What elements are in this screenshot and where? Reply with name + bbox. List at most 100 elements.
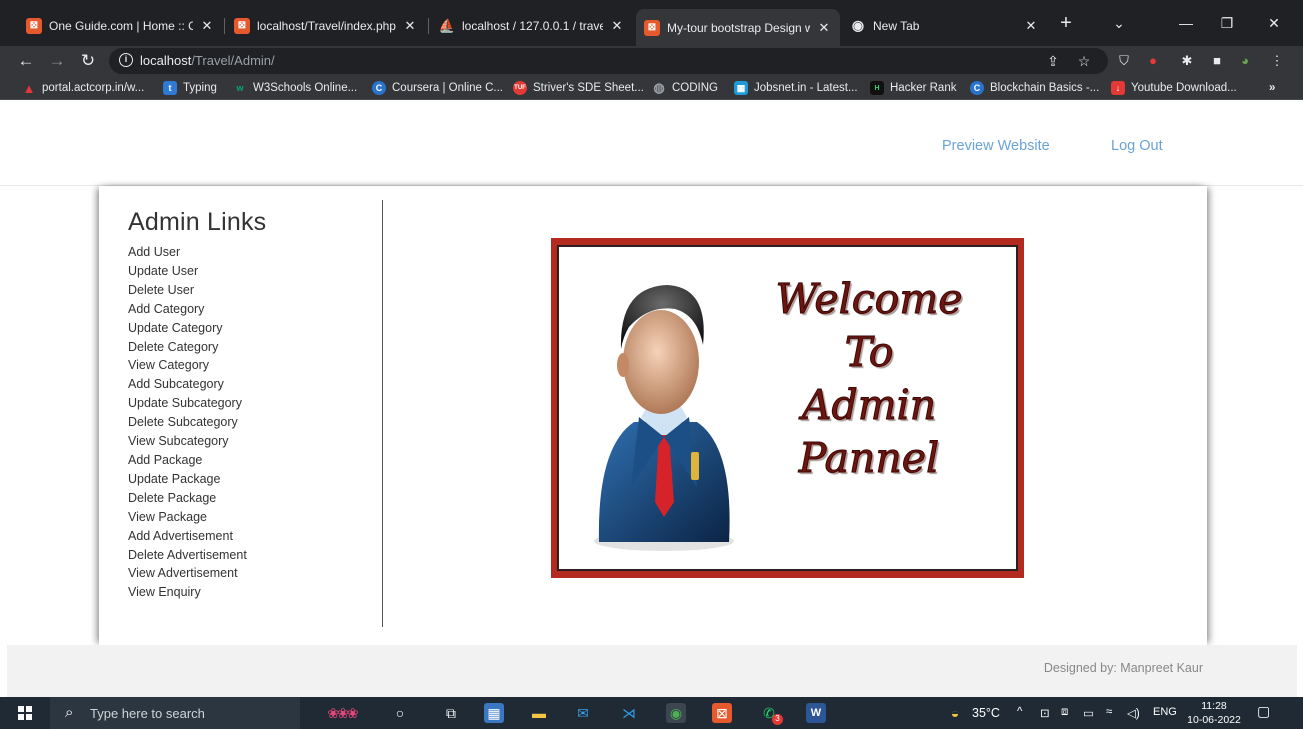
xampp-taskbar-icon[interactable]: ⊠ [712,703,732,723]
close-tab-icon[interactable]: ✕ [609,18,625,34]
store-icon[interactable]: ▦ [484,703,504,723]
w3schools-icon: w [236,83,244,93]
admin-link-delete-advertisement[interactable]: Delete Advertisement [128,546,382,565]
taskbar-clock[interactable]: 11:28 10-06-2022 [1187,699,1241,727]
task-view-icon[interactable]: ⧉ [441,703,461,723]
top-navbar: Preview Website Log Out [0,100,1303,186]
tab-title: New Tab [873,18,920,33]
file-explorer-icon[interactable]: ▬ [529,703,549,723]
close-tab-icon[interactable]: ✕ [816,20,832,36]
vscode-icon[interactable]: ⋊ [619,703,639,723]
admin-link-delete-package[interactable]: Delete Package [128,489,382,508]
new-tab-icon[interactable]: + [1054,12,1078,36]
tab-title: localhost/Travel/index.php#s [257,18,396,33]
close-tab-icon[interactable]: ✕ [199,18,215,34]
side-panel-icon[interactable]: ■ [1208,52,1226,70]
bookmark-item[interactable]: C Blockchain Basics -... [970,80,1099,96]
extensions-puzzle-icon[interactable]: ✱ [1178,52,1196,70]
page-footer: Designed by: Manpreet Kaur [7,645,1297,697]
admin-link-update-subcategory[interactable]: Update Subcategory [128,394,382,413]
bookmark-label: Jobsnet.in - Latest... [754,82,858,94]
close-tab-icon[interactable]: ✕ [1023,18,1039,34]
preview-website-link[interactable]: Preview Website [942,138,1050,154]
browser-tab[interactable]: ⊠ One Guide.com | Home :: On ✕ [18,11,223,40]
windows-start-icon[interactable] [18,706,32,720]
cortana-icon[interactable]: ○ [390,703,410,723]
bookmark-item[interactable]: t Typing [163,80,217,96]
admin-link-delete-subcategory[interactable]: Delete Subcategory [128,413,382,432]
tab-search-icon[interactable]: ⌄ [1104,10,1134,36]
battery-icon[interactable]: ▭ [1083,706,1094,720]
show-hidden-icons-icon[interactable]: ^ [1017,706,1022,718]
admin-link-view-category[interactable]: View Category [128,356,382,375]
language-indicator[interactable]: ENG [1153,706,1177,718]
close-tab-icon[interactable]: ✕ [402,18,418,34]
ublock-extension-icon[interactable]: ● [1144,52,1162,70]
weather-icon[interactable]: ◒ [945,703,965,723]
temperature-text[interactable]: 35°C [972,706,1000,720]
admin-link-add-package[interactable]: Add Package [128,451,382,470]
bookmark-item[interactable]: w W3Schools Online... [233,80,357,96]
browser-tab[interactable]: ⊠ localhost/Travel/index.php#s ✕ [226,11,426,40]
admin-link-view-subcategory[interactable]: View Subcategory [128,432,382,451]
tray-app-icon[interactable]: ⊡ [1040,706,1050,720]
tray-screen-icon[interactable]: ⧈ [1061,706,1068,719]
reload-icon[interactable]: ↻ [77,50,99,72]
admin-link-delete-category[interactable]: Delete Category [128,338,382,357]
windows-taskbar: ⌕ Type here to search ❀❀❀ ○ ⧉ ▦ ▬ ✉ ⋊ ◉ … [0,697,1303,729]
bookmark-item[interactable]: C Coursera | Online C... [372,80,503,96]
tab-title: localhost / 127.0.0.1 / travel / [462,18,603,33]
bookmark-item[interactable]: H Hacker Rank [870,80,956,96]
admin-link-view-enquiry[interactable]: View Enquiry [128,583,382,602]
bookmark-label: Blockchain Basics -... [990,82,1100,94]
close-window-icon[interactable]: ✕ [1259,10,1289,36]
restore-icon[interactable]: ❐ [1212,10,1242,36]
admin-link-add-user[interactable]: Add User [128,243,382,262]
admin-link-view-advertisement[interactable]: View Advertisement [128,564,382,583]
word-icon[interactable]: W [806,703,826,723]
admin-link-delete-user[interactable]: Delete User [128,281,382,300]
forward-icon[interactable]: → [46,50,68,72]
admin-link-add-category[interactable]: Add Category [128,300,382,319]
phpmyadmin-icon: ⛵ [438,17,456,33]
bookmark-star-icon[interactable]: ☆ [1075,52,1093,70]
share-icon[interactable]: ⇪ [1044,52,1062,70]
site-info-icon[interactable]: i [119,53,133,67]
whatsapp-badge: 3 [772,714,783,725]
logout-link[interactable]: Log Out [1111,138,1163,154]
bookmark-item[interactable]: ▲ portal.actcorp.in/w... [22,80,145,96]
admin-link-add-advertisement[interactable]: Add Advertisement [128,527,382,546]
admin-link-update-category[interactable]: Update Category [128,319,382,338]
address-bar[interactable]: i localhost/Travel/Admin/ ⇪ ☆ [109,48,1108,74]
download-icon: ↓ [1111,81,1125,95]
admin-link-add-subcategory[interactable]: Add Subcategory [128,375,382,394]
bookmark-item[interactable]: ↓ Youtube Download... [1111,80,1237,96]
tab-title: My-tour bootstrap Design w [667,20,810,35]
browser-tab[interactable]: ◉ New Tab ✕ [842,11,1047,40]
wifi-icon[interactable]: ≈ [1106,706,1112,718]
volume-icon[interactable]: ◁) [1127,706,1140,720]
welcome-heading: Welcome To Admin Pannel [749,273,989,485]
more-bookmarks-icon[interactable]: » [1269,80,1275,96]
admin-page: Preview Website Log Out Admin Links Add … [0,100,1303,697]
notifications-icon[interactable]: ▢ [1257,703,1270,720]
bookmark-item[interactable]: TUF Striver's SDE Sheet... [513,80,644,96]
whatsapp-icon[interactable]: ✆ 3 [759,703,783,725]
mail-icon[interactable]: ✉ [573,703,593,723]
browser-tab-active[interactable]: ⊠ My-tour bootstrap Design w ✕ [636,9,840,46]
bookmark-item[interactable]: ▦ Jobsnet.in - Latest... [734,80,858,96]
admin-link-update-package[interactable]: Update Package [128,470,382,489]
minimize-icon[interactable]: — [1171,10,1201,36]
shield-extension-icon[interactable]: ⛉ [1115,52,1133,70]
admin-link-update-user[interactable]: Update User [128,262,382,281]
bookmark-item[interactable]: ◍ CODING [652,80,718,96]
back-icon[interactable]: ← [15,50,37,72]
profile-avatar-icon[interactable]: ◕ [1236,52,1254,70]
admin-link-view-package[interactable]: View Package [128,508,382,527]
menu-kebab-icon[interactable]: ⋮ [1268,52,1286,70]
admin-content-panel: Admin Links Add User Update User Delete … [99,186,1207,645]
browser-tab[interactable]: ⛵ localhost / 127.0.0.1 / travel / ✕ [431,11,633,40]
taskbar-search-box[interactable]: ⌕ Type here to search [50,697,300,729]
chrome-taskbar-icon[interactable]: ◉ [666,703,686,723]
tulips-widget-icon[interactable]: ❀❀❀ [312,703,372,723]
